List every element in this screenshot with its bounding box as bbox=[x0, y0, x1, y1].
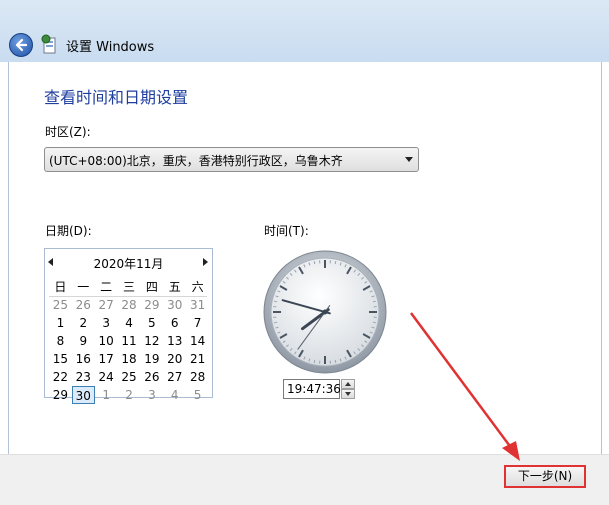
calendar-week-row: 15161718192021 bbox=[49, 350, 209, 368]
calendar-day[interactable]: 5 bbox=[186, 386, 209, 404]
timezone-selected-value: (UTC+08:00)北京，重庆，香港特别行政区，乌鲁木齐 bbox=[49, 152, 343, 169]
calendar-day[interactable]: 9 bbox=[72, 332, 95, 350]
timezone-select[interactable]: (UTC+08:00)北京，重庆，香港特别行政区，乌鲁木齐 bbox=[44, 147, 419, 172]
timezone-label: 时区(Z): bbox=[45, 123, 91, 140]
calendar-day[interactable]: 23 bbox=[72, 368, 95, 386]
calendar-day[interactable]: 24 bbox=[95, 368, 118, 386]
calendar-day[interactable]: 18 bbox=[118, 350, 141, 368]
weekday-label: 五 bbox=[163, 278, 186, 296]
calendar-divider bbox=[49, 296, 207, 297]
weekday-label: 六 bbox=[186, 278, 209, 296]
calendar-day[interactable]: 30 bbox=[163, 296, 186, 314]
calendar-day[interactable]: 6 bbox=[163, 314, 186, 332]
date-label: 日期(D): bbox=[45, 222, 92, 239]
calendar-day[interactable]: 11 bbox=[118, 332, 141, 350]
calendar-day[interactable]: 25 bbox=[49, 296, 72, 314]
calendar-day[interactable]: 22 bbox=[49, 368, 72, 386]
window-title: 设置 Windows bbox=[66, 36, 154, 55]
weekday-label: 三 bbox=[118, 278, 141, 296]
back-arrow-icon[interactable] bbox=[9, 33, 33, 57]
calendar-week-row: 25262728293031 bbox=[49, 296, 209, 314]
calendar-day[interactable]: 19 bbox=[140, 350, 163, 368]
next-button[interactable]: 下一步(N) bbox=[504, 465, 586, 488]
calendar-day[interactable]: 16 bbox=[72, 350, 95, 368]
clock-minute-tick bbox=[274, 301, 277, 302]
calendar-day[interactable]: 2 bbox=[118, 386, 141, 404]
clock-minute-tick bbox=[335, 360, 336, 363]
weekday-label: 四 bbox=[140, 278, 163, 296]
calendar-month-title[interactable]: 2020年11月 bbox=[45, 255, 212, 272]
time-label: 时间(T): bbox=[264, 222, 309, 239]
spin-down-icon[interactable] bbox=[341, 389, 355, 399]
calendar-day[interactable]: 28 bbox=[186, 368, 209, 386]
analog-clock bbox=[263, 250, 387, 374]
chevron-down-icon bbox=[405, 157, 413, 162]
calendar-day[interactable]: 1 bbox=[95, 386, 118, 404]
clock-minute-tick bbox=[314, 360, 315, 363]
clock-hub bbox=[323, 310, 328, 315]
setup-app-icon bbox=[40, 34, 60, 56]
calendar-day[interactable]: 26 bbox=[140, 368, 163, 386]
clock-minute-tick bbox=[373, 301, 376, 302]
calendar-day[interactable]: 20 bbox=[163, 350, 186, 368]
calendar: 2020年11月 日一二三四五六252627282930311234567891… bbox=[44, 248, 213, 398]
calendar-day[interactable]: 4 bbox=[163, 386, 186, 404]
calendar-day[interactable]: 3 bbox=[140, 386, 163, 404]
weekday-label: 一 bbox=[72, 278, 95, 296]
calendar-day[interactable]: 5 bbox=[140, 314, 163, 332]
calendar-day[interactable]: 14 bbox=[186, 332, 209, 350]
title-bar: 设置 Windows bbox=[0, 0, 609, 62]
calendar-day[interactable]: 26 bbox=[72, 296, 95, 314]
time-spinner[interactable] bbox=[341, 379, 355, 399]
calendar-day[interactable]: 29 bbox=[49, 386, 72, 404]
weekday-label: 二 bbox=[95, 278, 118, 296]
calendar-day[interactable]: 4 bbox=[118, 314, 141, 332]
time-input[interactable]: 19:47:36 bbox=[283, 379, 340, 399]
next-month-icon[interactable] bbox=[203, 258, 208, 266]
calendar-week-row: 293012345 bbox=[49, 386, 209, 404]
calendar-week-row: 1234567 bbox=[49, 314, 209, 332]
calendar-day[interactable]: 27 bbox=[163, 368, 186, 386]
clock-minute-tick bbox=[335, 261, 336, 264]
calendar-day[interactable]: 12 bbox=[140, 332, 163, 350]
calendar-day[interactable]: 8 bbox=[49, 332, 72, 350]
spin-up-icon[interactable] bbox=[341, 379, 355, 389]
calendar-day[interactable]: 3 bbox=[95, 314, 118, 332]
calendar-day[interactable]: 13 bbox=[163, 332, 186, 350]
clock-minute-tick bbox=[314, 261, 315, 264]
calendar-day-selected[interactable]: 30 bbox=[72, 386, 95, 404]
calendar-day[interactable]: 17 bbox=[95, 350, 118, 368]
calendar-day[interactable]: 25 bbox=[118, 368, 141, 386]
calendar-day[interactable]: 29 bbox=[140, 296, 163, 314]
calendar-day[interactable]: 21 bbox=[186, 350, 209, 368]
calendar-weekday-header: 日一二三四五六 bbox=[49, 278, 209, 296]
calendar-day[interactable]: 1 bbox=[49, 314, 72, 332]
calendar-day[interactable]: 31 bbox=[186, 296, 209, 314]
page-heading: 查看时间和日期设置 bbox=[44, 84, 188, 108]
calendar-day[interactable]: 15 bbox=[49, 350, 72, 368]
calendar-week-row: 22232425262728 bbox=[49, 368, 209, 386]
calendar-day[interactable]: 28 bbox=[118, 296, 141, 314]
calendar-day[interactable]: 7 bbox=[186, 314, 209, 332]
clock-minute-tick bbox=[274, 322, 277, 323]
calendar-day[interactable]: 10 bbox=[95, 332, 118, 350]
calendar-week-row: 891011121314 bbox=[49, 332, 209, 350]
calendar-day[interactable]: 27 bbox=[95, 296, 118, 314]
weekday-label: 日 bbox=[49, 278, 72, 296]
clock-minute-tick bbox=[373, 322, 376, 323]
calendar-day[interactable]: 2 bbox=[72, 314, 95, 332]
